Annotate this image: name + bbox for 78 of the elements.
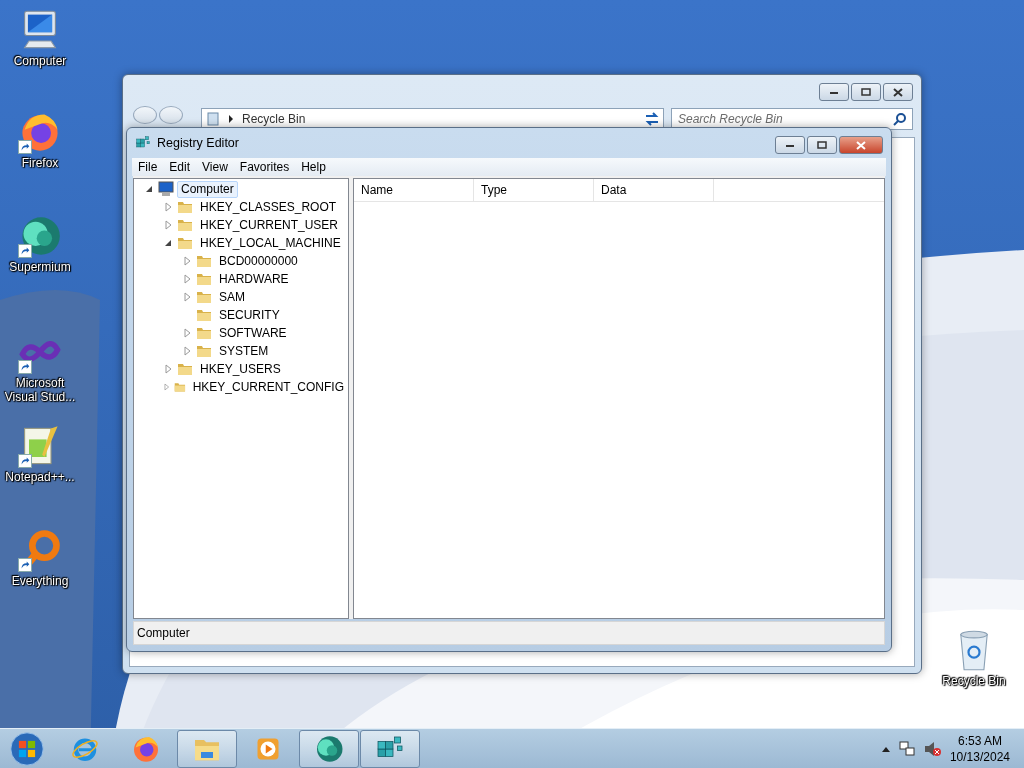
- column-header[interactable]: Name: [354, 179, 474, 201]
- clock-time[interactable]: 6:53 AM: [957, 732, 1002, 749]
- desktop-icon-label[interactable]: Microsoft Visual Stud...: [0, 376, 80, 404]
- status-text: Computer: [137, 626, 190, 640]
- desktop-icon-label[interactable]: Firefox: [21, 156, 59, 170]
- tree-item[interactable]: SAM: [215, 288, 249, 306]
- taskbar-button[interactable]: [177, 729, 237, 768]
- close-icon: [893, 87, 903, 97]
- folder-icon: [196, 289, 212, 305]
- minimize-icon: [829, 89, 839, 95]
- maximize-button[interactable]: [807, 136, 837, 154]
- expand-arrow-icon[interactable]: [181, 255, 193, 267]
- forward-button[interactable]: [159, 106, 183, 124]
- close-icon: [856, 140, 866, 150]
- minimize-icon: [785, 142, 795, 148]
- search-field[interactable]: Search Recycle Bin: [671, 108, 913, 130]
- tree-item[interactable]: SYSTEM: [215, 342, 273, 360]
- minimize-button[interactable]: [819, 83, 849, 101]
- volume-muted-icon[interactable]: [923, 740, 942, 757]
- close-button[interactable]: [883, 83, 913, 101]
- menu-item[interactable]: View: [196, 160, 234, 174]
- menu-item[interactable]: Edit: [163, 160, 197, 174]
- folder-icon: [196, 325, 212, 341]
- expand-arrow-icon[interactable]: [181, 327, 193, 339]
- menu-item[interactable]: Favorites: [233, 160, 296, 174]
- folder-icon: [177, 199, 193, 215]
- minimize-button[interactable]: [775, 136, 805, 154]
- expand-arrow-icon[interactable]: [181, 345, 193, 357]
- chevron-icon: [228, 115, 234, 123]
- network-icon[interactable]: [897, 740, 916, 757]
- desktop-icon-label[interactable]: Recycle Bin: [942, 674, 1006, 688]
- expand-arrow-icon[interactable]: [181, 291, 193, 303]
- folder-icon: [196, 253, 212, 269]
- tree-item[interactable]: SECURITY: [215, 306, 284, 324]
- tree-item[interactable]: HARDWARE: [215, 270, 293, 288]
- menu-item[interactable]: Help: [295, 160, 332, 174]
- folder-icon: [177, 217, 193, 233]
- show-hidden-icons-icon[interactable]: [881, 745, 890, 752]
- tree-item[interactable]: HKEY_CURRENT_CONFIG: [188, 378, 348, 396]
- column-header[interactable]: Type: [474, 179, 594, 201]
- desktop-icon-label[interactable]: Supermium: [9, 260, 71, 274]
- tree-item[interactable]: HKEY_USERS: [196, 360, 285, 378]
- maximize-button[interactable]: [851, 83, 881, 101]
- folder-icon: [196, 343, 212, 359]
- supermium-icon: [314, 733, 344, 764]
- folder-icon: [196, 307, 212, 323]
- expand-arrow-icon[interactable]: [162, 363, 174, 375]
- expand-arrow-icon[interactable]: [181, 273, 193, 285]
- menu-item[interactable]: File: [132, 160, 164, 174]
- maximize-icon: [817, 141, 827, 149]
- expand-arrow-icon[interactable]: [162, 219, 174, 231]
- computer-icon: [158, 181, 174, 197]
- back-button[interactable]: [133, 106, 157, 124]
- tree-item[interactable]: SOFTWARE: [215, 324, 291, 342]
- tree-item[interactable]: HKEY_LOCAL_MACHINE: [196, 234, 345, 252]
- recycle-bin-icon: [206, 112, 220, 126]
- column-header[interactable]: Data: [594, 179, 714, 201]
- cubes-icon: [135, 135, 151, 151]
- maximize-icon: [861, 88, 871, 96]
- tree-item[interactable]: HKEY_CURRENT_USER: [196, 216, 343, 234]
- search-icon: [893, 112, 907, 126]
- window-title: Registry Editor: [157, 136, 239, 150]
- taskbar-button[interactable]: [360, 729, 420, 768]
- desktop-icon-label[interactable]: Everything: [11, 574, 69, 588]
- desktop-icon-label[interactable]: Computer: [13, 54, 67, 68]
- clock-date[interactable]: 10/13/2024: [949, 748, 1010, 765]
- folder-icon: [196, 271, 212, 287]
- desktop-icon-label[interactable]: Notepad++...: [5, 470, 75, 484]
- taskbar-button[interactable]: [299, 729, 359, 768]
- address-text: Recycle Bin: [242, 112, 306, 126]
- tree-item[interactable]: HKEY_CLASSES_ROOT: [196, 198, 341, 216]
- expand-arrow-icon[interactable]: [162, 201, 174, 213]
- tree-item[interactable]: BCD00000000: [215, 252, 302, 270]
- folder-icon: [177, 235, 193, 251]
- address-bar[interactable]: Recycle Bin: [201, 108, 664, 130]
- start-orb-icon: [9, 730, 45, 767]
- tree-item[interactable]: Computer: [177, 180, 238, 198]
- folder-icon: [177, 361, 193, 377]
